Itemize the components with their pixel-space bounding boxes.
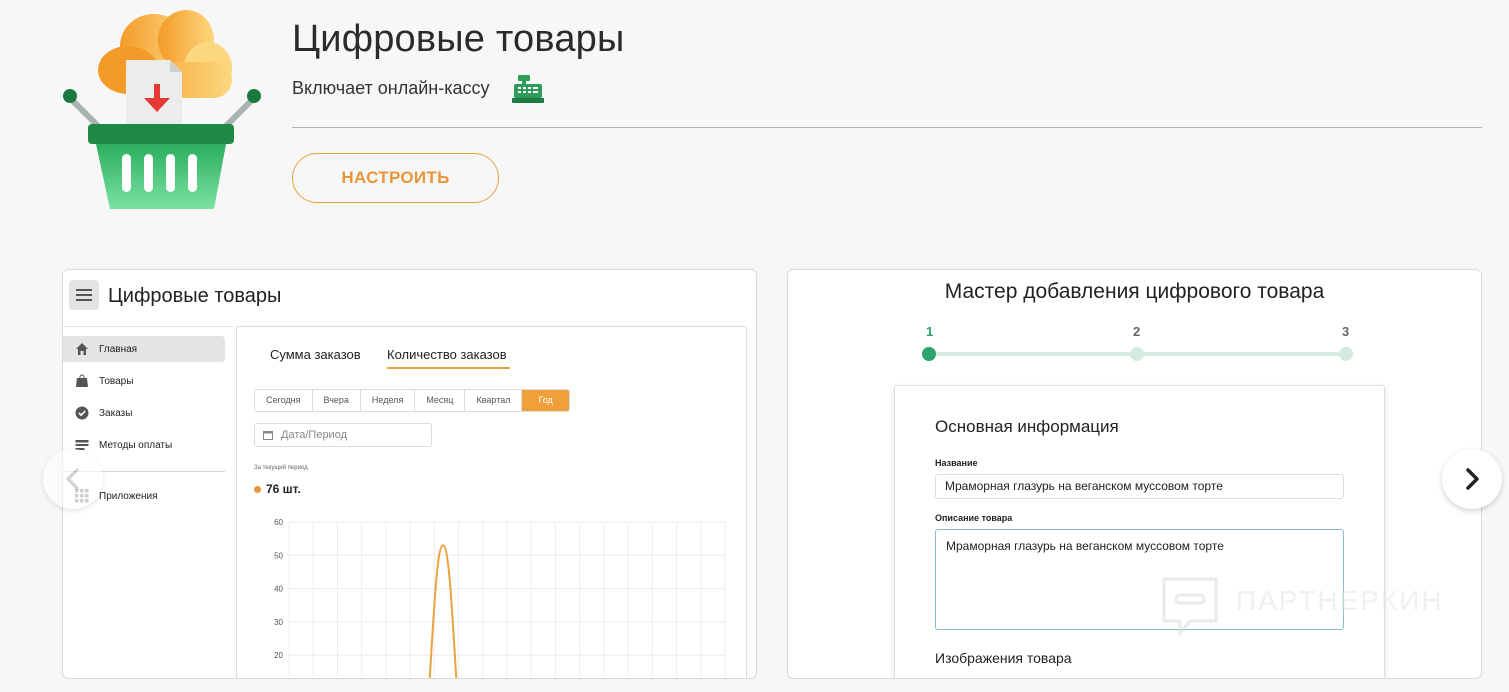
page-title: Цифровые товары [292, 18, 625, 60]
calendar-icon [263, 431, 273, 440]
step-1-dot [922, 347, 936, 361]
name-field: Мраморная глазурь на веганском муссовом … [935, 474, 1344, 499]
section-title: Основная информация [935, 417, 1119, 436]
sidebar-item-label: Методы оплаты [99, 439, 173, 451]
description-label: Описание товара [935, 513, 1013, 523]
wizard-title: Мастер добавления цифрового товара [944, 280, 1325, 303]
bag-icon [76, 374, 88, 387]
y-tick-label: 20 [274, 651, 283, 660]
screenshot-app-title: Цифровые товары [108, 285, 282, 307]
period-quarter: Квартал [465, 390, 523, 411]
orders-line-chart: 60 50 40 30 20 [274, 518, 726, 678]
series-dot [254, 485, 261, 493]
name-label: Название [935, 458, 978, 468]
period-today: Сегодня [255, 390, 313, 411]
period-month: Месяц [415, 390, 466, 411]
sidebar-item-home: Главная [63, 336, 225, 362]
sidebar-item-products: Товары [63, 368, 225, 394]
watermark-logo-icon [1162, 577, 1218, 638]
chevron-left-icon [66, 468, 79, 490]
date-placeholder: Дата/Период [281, 429, 347, 441]
y-tick-label: 50 [274, 551, 283, 560]
stats-panel: Сумма заказов Количество заказов Сегодня… [236, 326, 747, 678]
period-selector: Сегодня Вчера Неделя Месяц Квартал Год [254, 389, 570, 412]
sidebar: Главная Товары Заказы Методы оплаты [63, 336, 225, 464]
step-2-dot [1130, 347, 1144, 361]
screenshot-slide-dashboard[interactable]: Цифровые товары Главная Товары Заказы Ме… [62, 269, 757, 679]
step-2-number: 2 [1133, 324, 1141, 339]
watermark: ПАРТНЕРКИН [1160, 575, 1460, 639]
sidebar-item-label: Заказы [99, 407, 133, 419]
order-count-value: 76 шт. [266, 482, 301, 496]
tab-order-count: Количество заказов [387, 347, 507, 362]
period-week: Неделя [360, 390, 416, 411]
carousel-next-button[interactable] [1442, 449, 1502, 509]
app-logo [58, 6, 268, 216]
y-tick-label: 40 [274, 585, 283, 594]
period-note: За текущий период [254, 465, 308, 471]
active-tab-indicator [387, 367, 510, 369]
order-count: 76 шт. [254, 482, 301, 496]
period-year: Год [522, 390, 569, 411]
check-circle-icon [75, 406, 89, 420]
date-period-input: Дата/Период [254, 423, 432, 447]
app-subtitle: Включает онлайн-кассу [292, 78, 490, 98]
home-icon [76, 343, 88, 355]
step-3-dot [1339, 347, 1353, 361]
y-tick-label: 30 [274, 618, 283, 627]
watermark-text: ПАРТНЕРКИН [1236, 585, 1444, 616]
y-tick-label: 60 [274, 518, 283, 527]
period-yesterday: Вчера [312, 390, 361, 411]
series-line [428, 544, 458, 678]
sidebar-item-orders: Заказы [63, 400, 225, 426]
sidebar-item-label: Товары [99, 375, 134, 387]
chevron-right-icon [1466, 468, 1479, 490]
configure-button[interactable]: НАСТРОИТЬ [292, 153, 499, 203]
images-label: Изображения товара [935, 650, 1072, 666]
sidebar-item-label: Главная [99, 343, 138, 355]
header-divider [292, 127, 1482, 128]
divider [63, 326, 233, 327]
carousel-prev-button[interactable] [43, 449, 103, 509]
step-3-number: 3 [1342, 324, 1350, 339]
sidebar-item-label: Приложения [99, 490, 158, 502]
cash-register-icon [512, 74, 544, 104]
hamburger-menu-icon [69, 280, 99, 310]
step-1-number: 1 [926, 324, 934, 339]
tab-order-sum: Сумма заказов [270, 347, 361, 362]
